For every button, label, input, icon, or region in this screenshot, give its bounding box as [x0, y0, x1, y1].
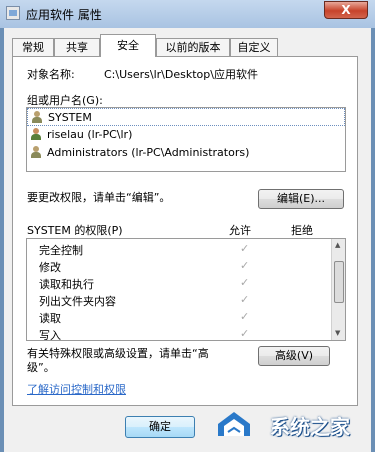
tab-sharing[interactable]: 共享 [54, 38, 100, 56]
list-item[interactable]: riselau (lr-PC\lr) [27, 126, 345, 144]
permission-item: 列出文件夹内容 [39, 295, 116, 308]
logo-icon [218, 412, 250, 436]
permission-item: 读取和执行 [39, 278, 94, 291]
title-bar[interactable]: 应用软件 属性 X [0, 0, 375, 28]
scrollbar[interactable]: ▲ ▼ [331, 239, 345, 340]
watermark-text: 系统之家 [270, 415, 350, 439]
special-permissions-text-cont: 级”。 [27, 361, 55, 374]
access-control-link[interactable]: 了解访问控制和权限 [27, 381, 126, 397]
ok-button[interactable]: 确定 [125, 416, 195, 438]
checkmark-icon: ✓ [240, 293, 250, 306]
user-name: Administrators (lr-PC\Administrators) [47, 146, 250, 159]
scroll-thumb[interactable] [334, 261, 344, 303]
tab-security[interactable]: 安全 [100, 34, 156, 57]
tab-general[interactable]: 常规 [12, 38, 54, 56]
groups-label: 组或用户名(G): [27, 94, 103, 107]
list-item-selected[interactable]: SYSTEM [27, 108, 345, 126]
permissions-header: SYSTEM 的权限(P) [27, 224, 123, 237]
checkmark-icon: ✓ [240, 276, 250, 289]
permission-item: 读取 [39, 312, 61, 325]
scroll-up-arrow-icon[interactable]: ▲ [335, 241, 340, 249]
edit-button[interactable]: 编辑(E)... [258, 189, 344, 209]
advanced-button[interactable]: 高级(V) [258, 346, 330, 366]
object-name-label: 对象名称: [27, 68, 75, 81]
list-item[interactable]: Administrators (lr-PC\Administrators) [27, 144, 345, 162]
group-icon [30, 146, 42, 158]
permission-item: 完全控制 [39, 244, 83, 257]
user-icon [30, 128, 42, 140]
tab-customize[interactable]: 自定义 [230, 38, 278, 56]
close-button[interactable]: X [324, 1, 368, 19]
object-name-value: C:\Users\lr\Desktop\应用软件 [104, 68, 258, 81]
folder-icon [6, 6, 20, 20]
permission-item: 写入 [39, 329, 61, 341]
watermark: 系统之家 [212, 402, 372, 448]
group-icon [31, 111, 43, 123]
checkmark-icon: ✓ [240, 327, 250, 340]
deny-header: 拒绝 [291, 224, 313, 237]
change-permissions-text: 要更改权限，请单击“编辑”。 [27, 191, 171, 204]
checkmark-icon: ✓ [240, 259, 250, 272]
scroll-down-arrow-icon[interactable]: ▼ [335, 329, 340, 337]
permission-item: 修改 [39, 261, 61, 274]
users-list[interactable]: SYSTEM riselau (lr-PC\lr) Administrators… [26, 107, 346, 172]
user-name: riselau (lr-PC\lr) [47, 128, 133, 141]
checkmark-icon: ✓ [240, 242, 250, 255]
window-title: 应用软件 属性 [26, 8, 102, 22]
user-name: SYSTEM [48, 111, 92, 124]
tab-previous-versions[interactable]: 以前的版本 [156, 38, 230, 56]
checkmark-icon: ✓ [240, 310, 250, 323]
permissions-list[interactable]: 完全控制 ✓ 修改 ✓ 读取和执行 ✓ 列出文件夹内容 ✓ 读取 ✓ 写入 ✓ … [26, 238, 346, 341]
allow-header: 允许 [229, 224, 251, 237]
